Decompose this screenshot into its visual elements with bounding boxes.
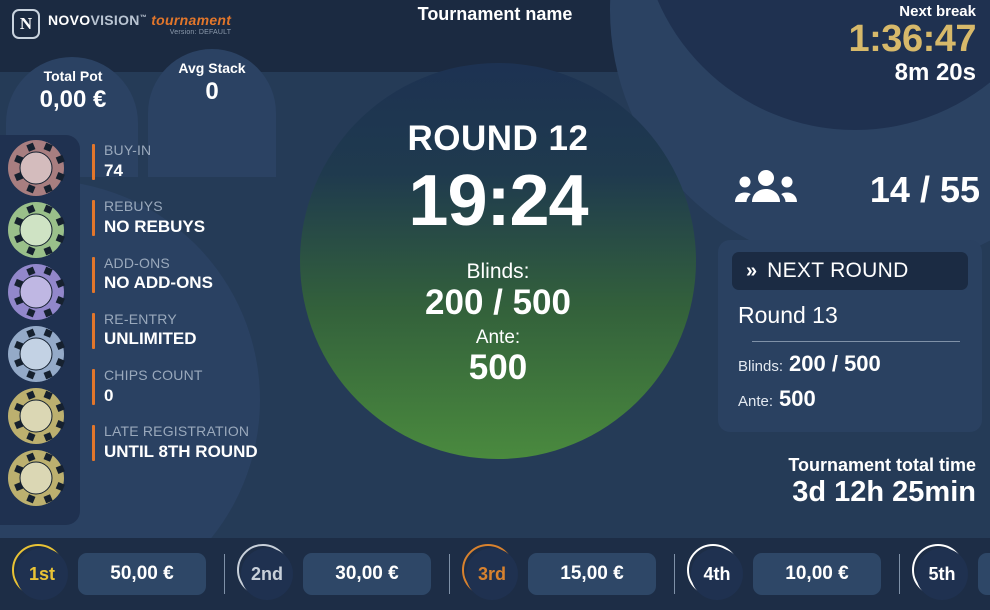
double-chevron-right-icon: » bbox=[746, 260, 758, 282]
place-label: 4th bbox=[691, 548, 743, 600]
chip-inner bbox=[19, 275, 53, 309]
place-label: 2nd bbox=[241, 548, 293, 600]
next-round-blinds-label: Blinds: bbox=[738, 358, 784, 375]
chip-inner bbox=[19, 213, 53, 247]
people-group-icon bbox=[735, 168, 797, 211]
prize-entry: 2nd 30,00 € bbox=[225, 544, 431, 600]
place-medal-icon: 1st bbox=[12, 544, 68, 600]
next-round-header[interactable]: » NEXT ROUND bbox=[732, 252, 968, 290]
tournament-total-time-value: 3d 12h 25min bbox=[792, 476, 976, 508]
next-round-divider bbox=[752, 341, 960, 342]
players-count: 14 / 55 bbox=[869, 168, 980, 210]
prize-entry: 5th 5,00 € bbox=[900, 544, 990, 600]
chip-inner bbox=[19, 151, 53, 185]
players-block: 14 / 55 bbox=[735, 168, 980, 211]
ante-label: Ante: bbox=[475, 326, 521, 348]
poker-chip-icon bbox=[8, 388, 64, 444]
ante-value: 500 bbox=[468, 347, 528, 387]
app-version: Version: DEFAULT bbox=[169, 28, 232, 36]
info-row-value: UNTIL 8TH ROUND bbox=[104, 441, 258, 461]
page-title: Tournament name bbox=[417, 4, 573, 24]
next-break-block: Next break 1:36:47 8m 20s bbox=[848, 3, 977, 86]
poker-chip-icon bbox=[8, 202, 64, 258]
next-round-ante: Ante: 500 bbox=[732, 386, 968, 412]
avg-stack-value: 0 bbox=[205, 78, 219, 105]
poker-chip-icon bbox=[8, 140, 64, 196]
tournament-clock-screen: N NOVOVISION™ tournament Version: DEFAUL… bbox=[0, 0, 990, 610]
place-label: 1st bbox=[16, 548, 68, 600]
place-medal-icon: 3rd bbox=[462, 544, 518, 600]
chip-inner bbox=[19, 399, 53, 433]
place-medal-icon: 4th bbox=[687, 544, 743, 600]
prize-entry: 3rd 15,00 € bbox=[450, 544, 656, 600]
prize-amount: 15,00 € bbox=[528, 553, 656, 595]
chip-inner bbox=[19, 337, 53, 371]
blinds-label: Blinds: bbox=[466, 260, 530, 284]
prize-amount: 50,00 € bbox=[78, 553, 206, 595]
next-round-ante-label: Ante: bbox=[738, 393, 774, 410]
info-row-label: LATE REGISTRATION bbox=[104, 423, 250, 440]
place-medal-icon: 2nd bbox=[237, 544, 293, 600]
next-break-time: 1:36:47 bbox=[848, 18, 977, 60]
place-label: 3rd bbox=[466, 548, 518, 600]
info-row-value: 0 bbox=[104, 385, 114, 405]
next-break-remaining: 8m 20s bbox=[894, 58, 976, 86]
next-round-card: » NEXT ROUND Round 13 Blinds: 200 / 500 … bbox=[718, 240, 982, 432]
tournament-total-time-block: Tournament total time 3d 12h 25min bbox=[788, 455, 976, 509]
total-pot-value: 0,00 € bbox=[39, 86, 107, 113]
round-clock-circle: ROUND 12 19:24 Blinds: 200 / 500 Ante: 5… bbox=[300, 63, 696, 459]
place-label: 5th bbox=[916, 548, 968, 600]
poker-chip-icon bbox=[8, 264, 64, 320]
prize-entry: 4th 10,00 € bbox=[675, 544, 881, 600]
round-countdown-timer: 19:24 bbox=[408, 161, 588, 241]
next-round-title: NEXT ROUND bbox=[767, 259, 909, 282]
prize-entry: 1st 50,00 € bbox=[0, 544, 206, 600]
tournament-total-time-label: Tournament total time bbox=[788, 455, 976, 475]
place-medal-icon: 5th bbox=[912, 544, 968, 600]
poker-chip-icon bbox=[8, 450, 64, 506]
blinds-value: 200 / 500 bbox=[425, 283, 571, 323]
chip-column bbox=[8, 140, 72, 512]
next-round-blinds: Blinds: 200 / 500 bbox=[732, 351, 968, 377]
total-pot-label: Total Pot bbox=[43, 68, 103, 84]
prize-payout-bar: 1st 50,00 € 2nd 30,00 € 3rd 15,00 € 4th 10,00 €… bbox=[0, 538, 990, 610]
info-row: LATE REGISTRATION UNTIL 8TH ROUND bbox=[92, 423, 342, 462]
prize-amount: 30,00 € bbox=[303, 553, 431, 595]
prize-amount: 5,00 € bbox=[978, 553, 990, 595]
chip-inner bbox=[19, 461, 53, 495]
poker-chip-icon bbox=[8, 326, 64, 382]
current-round-label: ROUND 12 bbox=[407, 119, 589, 158]
prize-amount: 10,00 € bbox=[753, 553, 881, 595]
avg-stack-label: Avg Stack bbox=[178, 60, 246, 76]
total-pot-kpi: Total Pot 0,00 € bbox=[10, 68, 136, 114]
next-round-number: Round 13 bbox=[738, 302, 838, 328]
next-round-ante-value: 500 bbox=[779, 386, 816, 411]
next-round-blinds-value: 200 / 500 bbox=[789, 351, 881, 376]
avg-stack-kpi: Avg Stack 0 bbox=[150, 60, 274, 106]
